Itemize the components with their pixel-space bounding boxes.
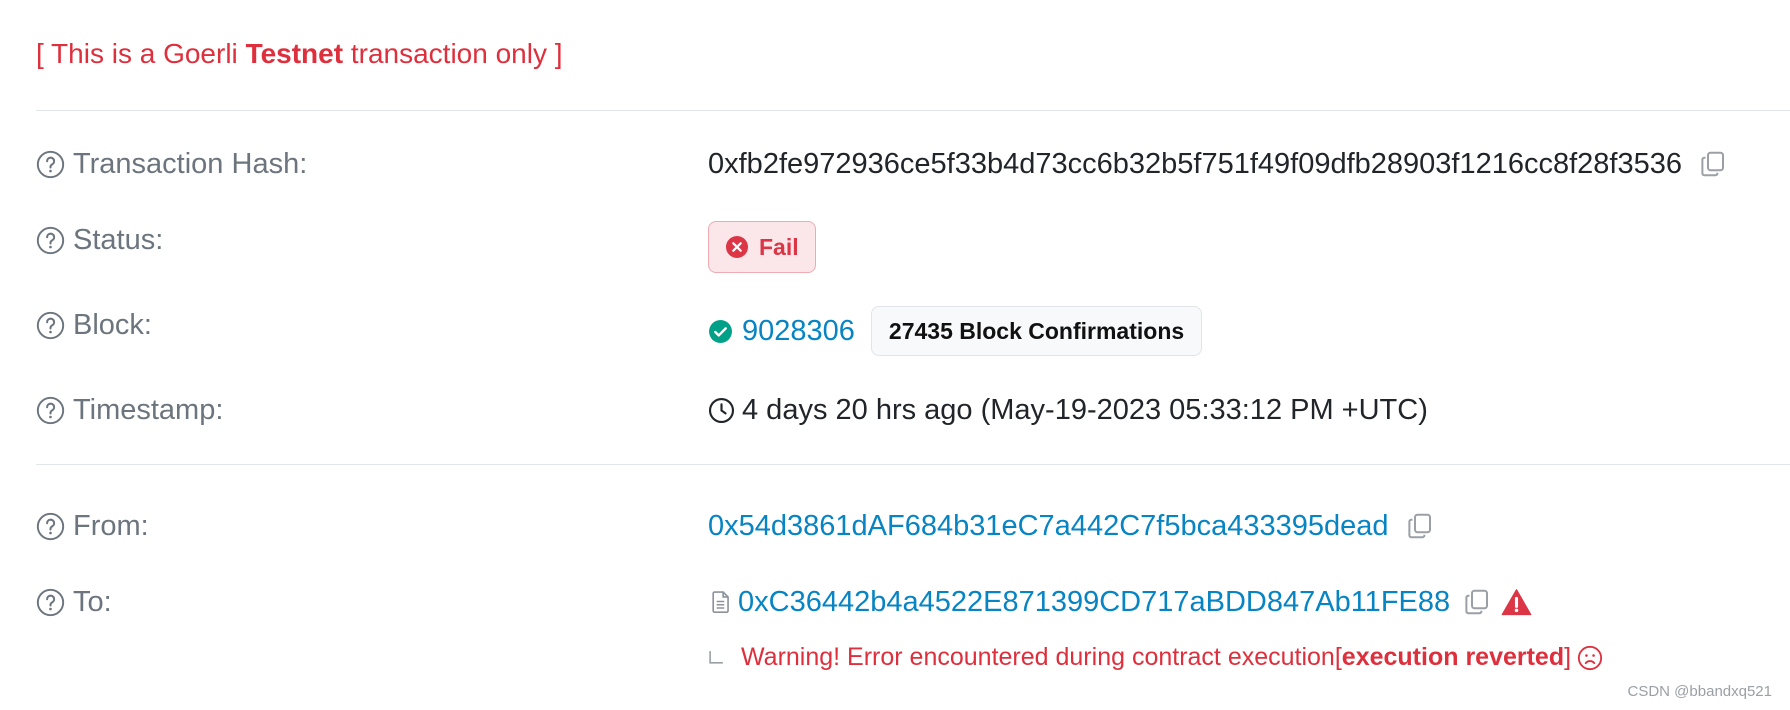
timestamp-label: Timestamp: [36,392,223,428]
tx-hash-label-text: Transaction Hash: [73,147,308,180]
status-badge: Fail [708,221,816,273]
execution-warning: Warning! Error encountered during contra… [708,643,1603,672]
block-label: Block: [36,307,152,343]
divider-top [36,110,1790,111]
block-confirmations-badge: 27435 Block Confirmations [870,306,1203,356]
block-label-text: Block: [73,308,152,341]
block-value: 9028306 27435 Block Confirmations [708,305,1203,357]
question-circle-icon[interactable] [36,226,65,255]
question-circle-icon[interactable] [36,512,65,541]
status-value: Fail [708,221,816,273]
banner-suffix: transaction only ] [343,38,563,69]
to-label: To: [36,584,112,620]
tx-hash-value: 0xfb2fe972936ce5f33b4d73cc6b32b5f751f49f… [708,144,1728,184]
copy-icon[interactable] [1405,511,1435,541]
testnet-banner: [ This is a Goerli Testnet transaction o… [36,38,563,70]
to-value: 0xC36442b4a4522E871399CD717aBDD847Ab11FE… [708,582,1532,622]
x-circle-icon [726,236,748,258]
tx-hash-text: 0xfb2fe972936ce5f33b4d73cc6b32b5f751f49f… [708,147,1682,180]
status-label-text: Status: [73,223,164,256]
timestamp-text: 4 days 20 hrs ago (May-19-2023 05:33:12 … [742,393,1428,426]
warning-reason: execution reverted [1341,643,1565,671]
copy-icon[interactable] [1698,149,1728,179]
timestamp-value: 4 days 20 hrs ago (May-19-2023 05:33:12 … [708,390,1428,430]
banner-bold: Testnet [245,38,344,69]
warning-bracket-close: ] [1564,643,1572,671]
warning-text: Warning! Error encountered during contra… [741,643,1335,671]
timestamp-label-text: Timestamp: [73,393,224,426]
to-address-link[interactable]: 0xC36442b4a4522E871399CD717aBDD847Ab11FE… [738,586,1450,619]
frown-icon [1577,645,1603,670]
question-circle-icon[interactable] [36,311,65,340]
from-label: From: [36,508,149,544]
divider-middle [36,464,1790,465]
banner-prefix: [ This is a Goerli [36,38,246,69]
question-circle-icon[interactable] [36,150,65,179]
to-label-text: To: [73,585,112,618]
question-circle-icon[interactable] [36,588,65,617]
from-label-text: From: [73,509,149,542]
clock-icon [708,397,735,423]
warning-bracket-open: [ [1334,643,1342,671]
block-number-link[interactable]: 9028306 [742,315,855,348]
warning-triangle-icon[interactable] [1501,587,1532,618]
from-address-link[interactable]: 0x54d3861dAF684b31eC7a442C7f5bca433395de… [708,510,1389,543]
contract-file-icon [712,591,729,613]
status-label: Status: [36,222,163,258]
reply-corner-icon [709,651,723,664]
question-circle-icon[interactable] [36,396,65,425]
from-value: 0x54d3861dAF684b31eC7a442C7f5bca433395de… [708,506,1435,546]
tx-hash-label: Transaction Hash: [36,146,307,182]
check-circle-icon [709,319,732,343]
status-badge-text: Fail [759,233,799,260]
watermark: CSDN @bbandxq521 [1627,683,1772,700]
copy-icon[interactable] [1462,587,1492,617]
